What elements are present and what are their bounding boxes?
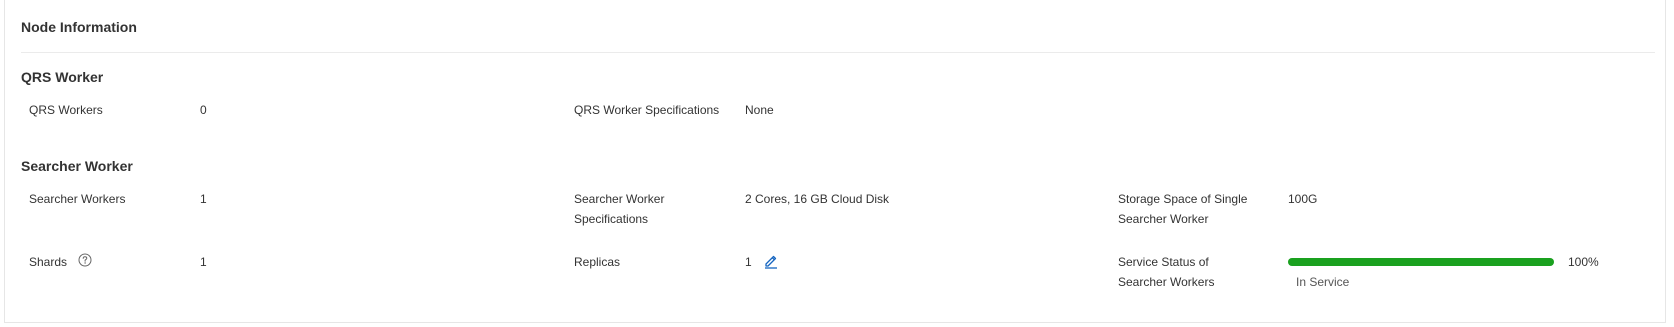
progress-bar-fill [1288, 258, 1554, 266]
service-status-text: In Service [1296, 275, 1350, 289]
node-information-card: Node Information QRS Worker QRS Workers … [4, 0, 1666, 323]
qrs-section-title: QRS Worker [21, 69, 104, 85]
qrs-workers-label: QRS Workers [29, 103, 103, 117]
shards-label-row: Shards [29, 252, 92, 273]
qrs-spec-value: None [745, 103, 774, 117]
shards-value: 1 [200, 255, 207, 269]
pencil-edit-icon[interactable] [763, 253, 779, 274]
qrs-spec-label: QRS Worker Specifications [574, 103, 720, 117]
searcher-spec-value: 2 Cores, 16 GB Cloud Disk [745, 192, 890, 206]
service-status-label: Service Status of Searcher Workers [1118, 255, 1215, 289]
progress-percent: 100% [1568, 255, 1599, 269]
card-title: Node Information [21, 19, 137, 35]
searcher-spec-label: Searcher Worker Specifications [574, 192, 665, 226]
shards-label: Shards [29, 255, 68, 269]
qrs-workers-value: 0 [200, 103, 207, 117]
replicas-label: Replicas [574, 255, 621, 269]
question-circle-icon[interactable] [78, 253, 92, 273]
title-divider [21, 52, 1655, 53]
service-status-progress-bar [1288, 258, 1554, 266]
searcher-workers-label: Searcher Workers [29, 192, 126, 206]
searcher-section-title: Searcher Worker [21, 158, 133, 174]
storage-space-label: Storage Space of Single Searcher Worker [1118, 192, 1248, 226]
searcher-workers-value: 1 [200, 192, 207, 206]
storage-space-value: 100G [1288, 192, 1318, 206]
replicas-value: 1 [745, 255, 752, 269]
